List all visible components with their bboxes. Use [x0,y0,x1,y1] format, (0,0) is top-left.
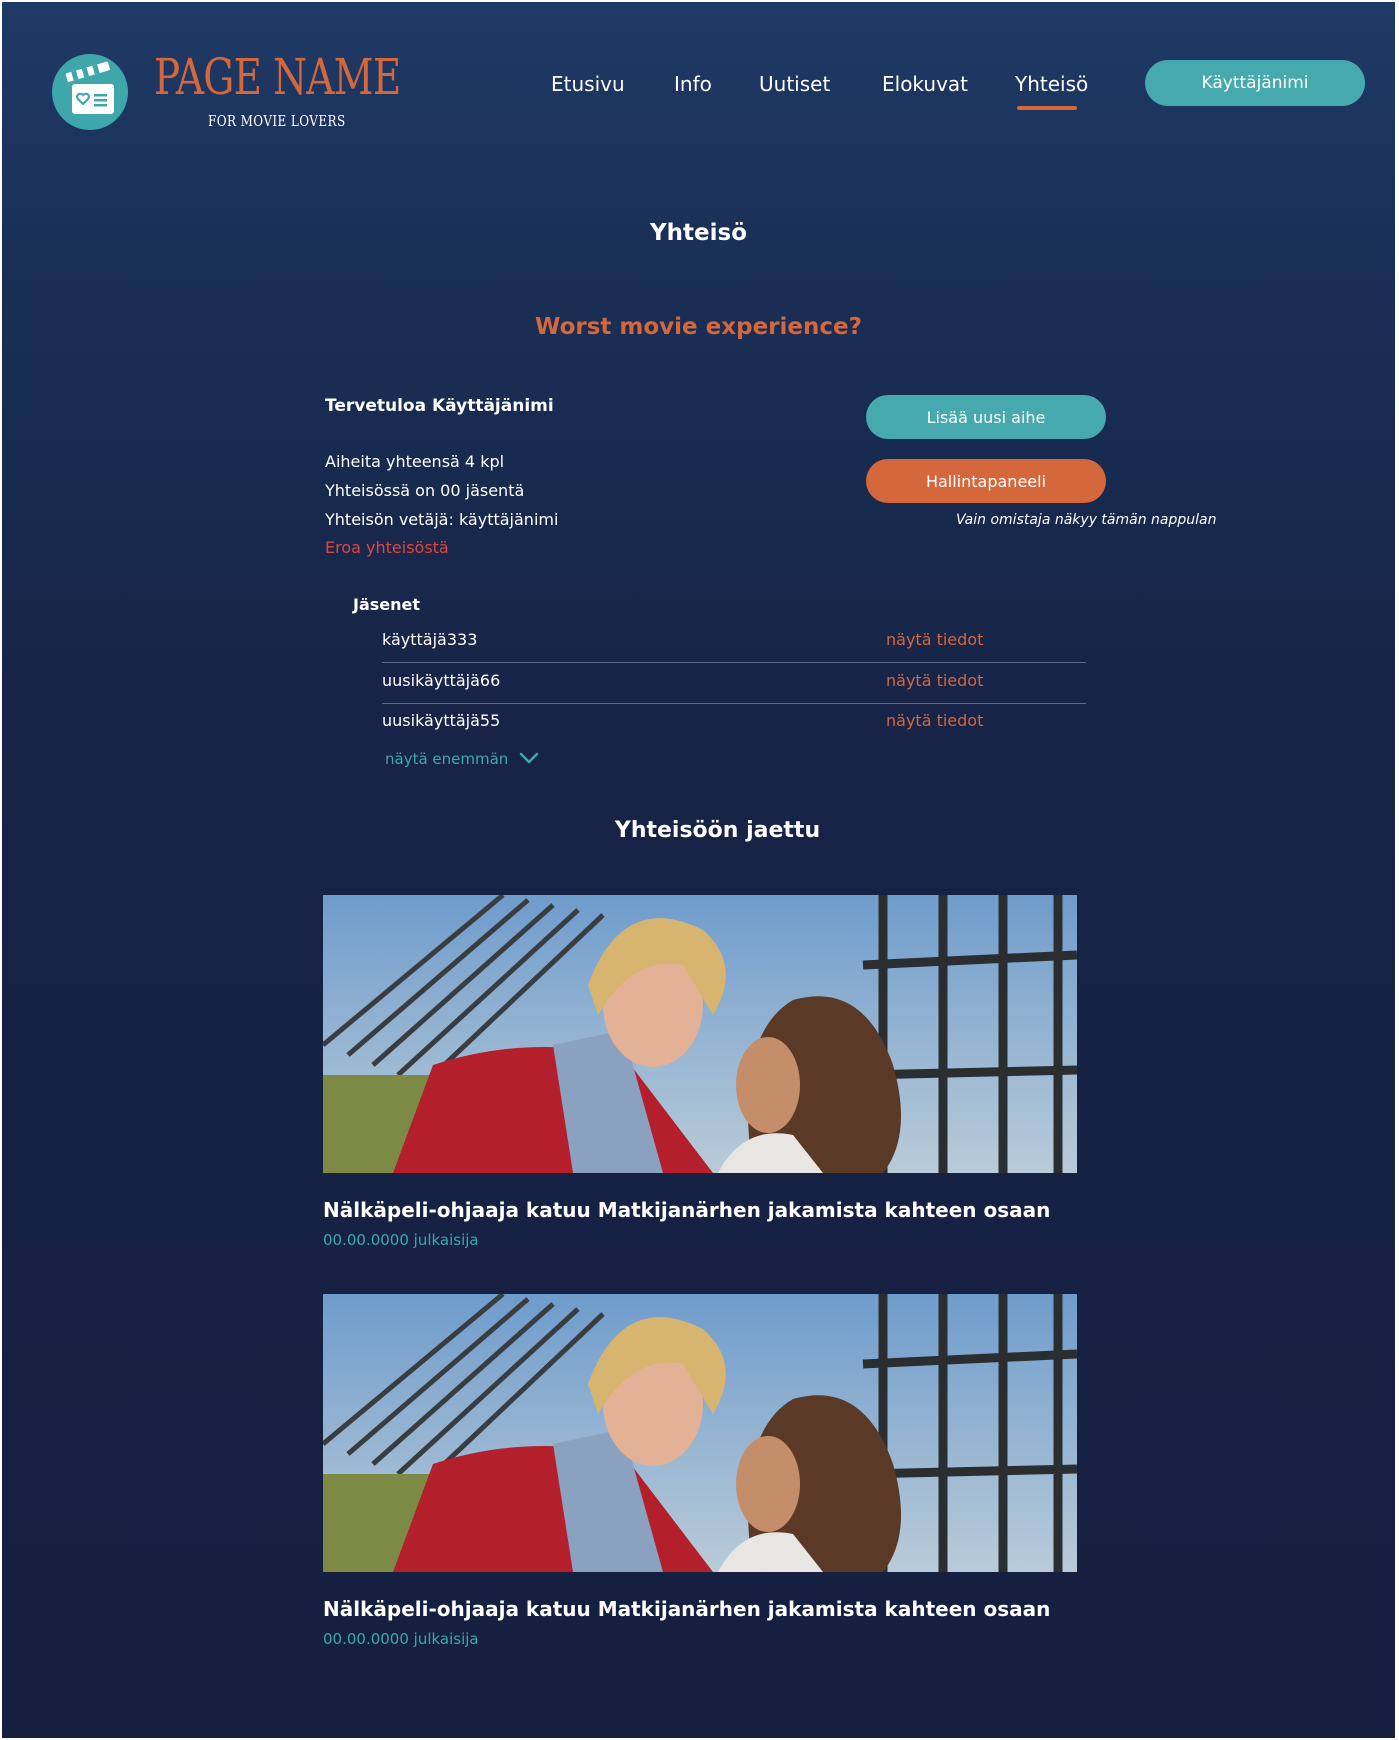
show-more-link[interactable]: näytä enemmän [385,750,508,768]
members-title: Jäsenet [353,595,421,614]
page-frame: PAGE NAME FOR MOVIE LOVERS Etusivu Info … [2,2,1395,1738]
nav-item-uutiset[interactable]: Uutiset [759,72,830,96]
topics-count: Aiheita yhteensä 4 kpl [325,452,505,471]
welcome-text: Tervetuloa Käyttäjänimi [325,396,554,416]
nav-item-elokuvat[interactable]: Elokuvat [882,72,968,96]
brand-name[interactable]: PAGE NAME [154,50,401,104]
leave-community-link[interactable]: Eroa yhteisöstä [325,538,449,557]
nav-item-etusivu[interactable]: Etusivu [551,72,625,96]
post-title[interactable]: Nälkäpeli-ohjaaja katuu Matkijanärhen ja… [323,1597,1050,1621]
member-name: käyttäjä333 [382,630,478,649]
member-row: uusikäyttäjä55 näytä tiedot [382,703,1086,743]
member-name: uusikäyttäjä55 [382,711,501,730]
member-row: uusikäyttäjä66 näytä tiedot [382,663,1086,704]
page-title: Yhteisö [650,220,747,246]
active-nav-indicator [1017,106,1077,110]
members-count: Yhteisössä on 00 jäsentä [325,481,525,500]
post-meta: 00.00.0000 julkaisija [323,1630,479,1648]
admin-panel-button[interactable]: Hallintapaneeli [866,459,1106,503]
add-topic-button[interactable]: Lisää uusi aihe [866,395,1106,439]
nav-item-yhteiso[interactable]: Yhteisö [1015,72,1088,96]
post-title[interactable]: Nälkäpeli-ohjaaja katuu Matkijanärhen ja… [323,1198,1050,1222]
brand-tagline: FOR MOVIE LOVERS [208,112,346,130]
member-details-link[interactable]: näytä tiedot [886,711,983,730]
topic-title: Worst movie experience? [535,314,862,340]
chevron-down-icon[interactable] [518,750,540,768]
member-details-link[interactable]: näytä tiedot [886,671,983,690]
post-image[interactable] [323,1294,1077,1572]
member-details-link[interactable]: näytä tiedot [886,630,983,649]
user-button[interactable]: Käyttäjänimi [1145,60,1365,106]
shared-section-title: Yhteisöön jaettu [614,818,821,843]
logo-icon[interactable] [52,54,128,130]
post-image[interactable] [323,895,1077,1173]
owner-note: Vain omistaja näkyy tämän nappulan [956,512,1217,528]
member-name: uusikäyttäjä66 [382,671,501,690]
post-meta: 00.00.0000 julkaisija [323,1231,479,1249]
member-row: käyttäjä333 näytä tiedot [382,622,1086,663]
community-leader: Yhteisön vetäjä: käyttäjänimi [325,510,559,529]
nav-item-info[interactable]: Info [674,72,712,96]
